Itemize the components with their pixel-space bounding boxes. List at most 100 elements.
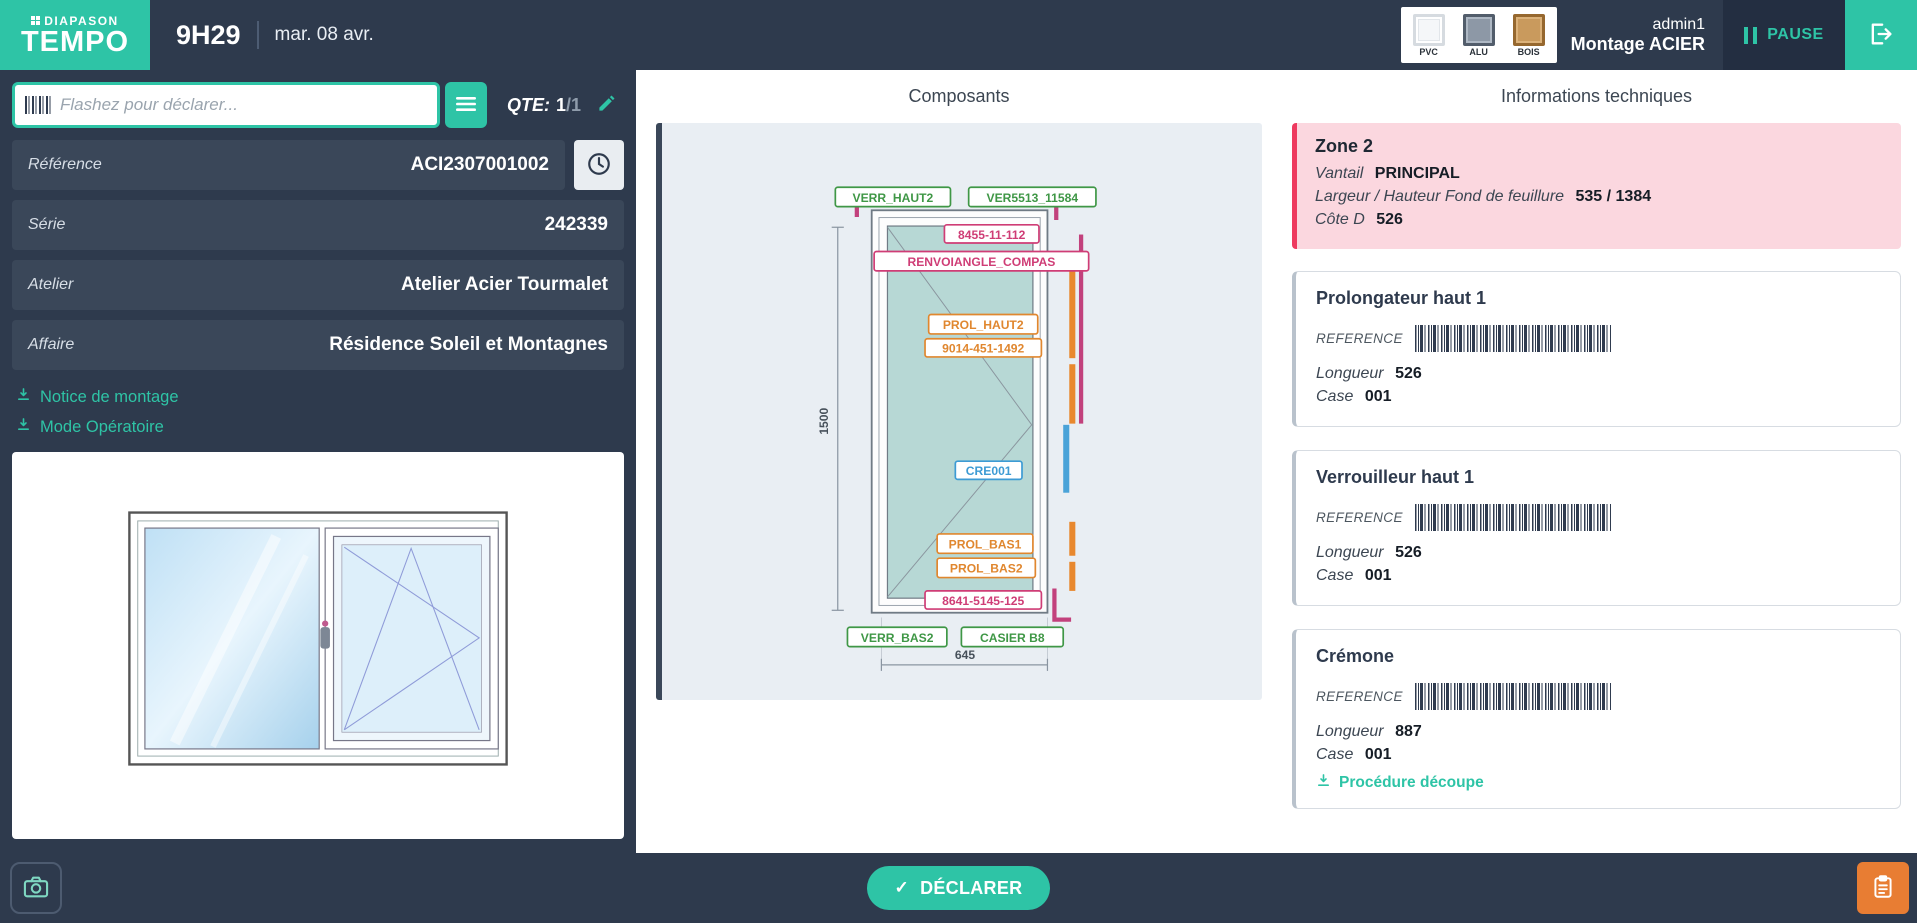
edit-quantity-button[interactable] bbox=[597, 94, 616, 116]
row-value: 526 bbox=[1395, 544, 1422, 561]
svg-text:PROL_HAUT2: PROL_HAUT2 bbox=[943, 318, 1024, 332]
zone-row-value: 535 / 1384 bbox=[1576, 188, 1652, 205]
material-pvc[interactable]: PVC bbox=[1408, 14, 1450, 57]
field-label: Référence bbox=[28, 156, 102, 174]
components-section: Composants 1500 bbox=[656, 86, 1262, 853]
logo-text-large: TEMPO bbox=[21, 28, 129, 57]
camera-icon bbox=[22, 873, 50, 904]
zone-title: Zone 2 bbox=[1315, 136, 1883, 157]
procedure-decoupe-link[interactable]: Procédure découpe bbox=[1316, 773, 1880, 793]
row-value: 526 bbox=[1395, 365, 1422, 382]
pause-button[interactable]: PAUSE bbox=[1723, 0, 1845, 70]
header-divider bbox=[257, 21, 259, 49]
reference-barcode bbox=[1415, 504, 1611, 531]
diagram-label-verr-bas2: VERR_BAS2 bbox=[847, 627, 946, 646]
row-value: 001 bbox=[1365, 746, 1392, 763]
component-row: Case 001 bbox=[1316, 388, 1880, 406]
svg-text:VER5513_11584: VER5513_11584 bbox=[987, 191, 1079, 205]
components-diagram-panel: 1500 645 bbox=[656, 123, 1262, 700]
download-icon bbox=[16, 387, 31, 407]
component-card-cremone: Crémone REFERENCE Longueur 887 Case 001 bbox=[1292, 629, 1901, 809]
app-logo: DIAPASON TEMPO bbox=[0, 0, 150, 70]
dimension-width: 645 bbox=[881, 648, 1047, 671]
user-block: admin1 Montage ACIER bbox=[1571, 16, 1705, 55]
zone-row-label: Vantail bbox=[1315, 165, 1363, 182]
material-label: BOIS bbox=[1518, 47, 1540, 57]
product-preview-panel bbox=[12, 452, 624, 839]
scan-input[interactable] bbox=[60, 95, 427, 115]
download-icon bbox=[16, 417, 31, 437]
reference-row: REFERENCE bbox=[1316, 504, 1880, 531]
diagram-label-prol-haut2: PROL_HAUT2 bbox=[929, 315, 1038, 334]
zone-row: Vantail PRINCIPAL bbox=[1315, 165, 1883, 183]
row-label: Longueur bbox=[1316, 544, 1384, 561]
mode-operatoire-link[interactable]: Mode Opératoire bbox=[16, 417, 620, 437]
header-right: PVC ALU BOIS admin1 Montage ACIER PAUSE bbox=[1401, 0, 1917, 70]
field-row: Atelier Atelier Acier Tourmalet bbox=[12, 260, 624, 310]
user-name: admin1 bbox=[1571, 16, 1705, 34]
reference-label: REFERENCE bbox=[1316, 331, 1403, 346]
row-label: Longueur bbox=[1316, 723, 1384, 740]
zone-row: Largeur / Hauteur Fond de feuillure 535 … bbox=[1315, 188, 1883, 206]
logout-button[interactable] bbox=[1845, 0, 1917, 70]
svg-text:9014-451-1492: 9014-451-1492 bbox=[942, 342, 1024, 356]
component-row: Longueur 526 bbox=[1316, 544, 1880, 562]
clock-icon bbox=[586, 151, 612, 180]
logout-icon bbox=[1867, 20, 1895, 51]
zone-row-label: Largeur / Hauteur Fond de feuillure bbox=[1315, 188, 1564, 205]
dimension-height: 1500 bbox=[817, 227, 844, 610]
row-value: 001 bbox=[1365, 388, 1392, 405]
field-value: Résidence Soleil et Montagnes bbox=[329, 334, 608, 356]
material-alu[interactable]: ALU bbox=[1458, 14, 1500, 57]
notice-montage-link[interactable]: Notice de montage bbox=[16, 387, 620, 407]
declare-button[interactable]: ✓ DÉCLARER bbox=[867, 866, 1051, 910]
diagram-label-prol-bas1: PROL_BAS1 bbox=[937, 534, 1033, 553]
diagram-label-renvoi: RENVOIANGLE_COMPAS bbox=[874, 252, 1089, 271]
svg-text:PROL_BAS1: PROL_BAS1 bbox=[949, 537, 1022, 551]
zone-row-value: PRINCIPAL bbox=[1375, 165, 1460, 182]
component-row: Case 001 bbox=[1316, 567, 1880, 585]
component-card-verrouilleur: Verrouilleur haut 1 REFERENCE Longueur 5… bbox=[1292, 450, 1901, 606]
camera-button[interactable] bbox=[10, 862, 62, 914]
material-bois[interactable]: BOIS bbox=[1508, 14, 1550, 57]
field-row: Série 242339 bbox=[12, 200, 624, 250]
row-value: 001 bbox=[1365, 567, 1392, 584]
row-value: 887 bbox=[1395, 723, 1422, 740]
svg-text:PROL_BAS2: PROL_BAS2 bbox=[950, 562, 1023, 576]
alu-window-icon bbox=[1463, 14, 1495, 46]
svg-text:1500: 1500 bbox=[817, 407, 831, 434]
diagram-label-9014: 9014-451-1492 bbox=[925, 339, 1041, 357]
component-card-prolongateur: Prolongateur haut 1 REFERENCE Longueur 5… bbox=[1292, 271, 1901, 427]
barcode-icon bbox=[25, 96, 51, 114]
material-selector[interactable]: PVC ALU BOIS bbox=[1401, 7, 1557, 63]
diagram-label-verr-haut2: VERR_HAUT2 bbox=[835, 187, 950, 206]
scan-row: QTE: 1/1 bbox=[12, 82, 624, 128]
svg-text:VERR_HAUT2: VERR_HAUT2 bbox=[853, 191, 934, 205]
qty-current: 1 bbox=[556, 95, 566, 115]
components-diagram: 1500 645 bbox=[662, 123, 1262, 700]
svg-text:8455-11-112: 8455-11-112 bbox=[958, 228, 1026, 242]
reference-row: REFERENCE bbox=[1316, 683, 1880, 710]
pvc-window-icon bbox=[1413, 14, 1445, 46]
component-row: Longueur 887 bbox=[1316, 723, 1880, 741]
diagram-label-8455: 8455-11-112 bbox=[944, 225, 1039, 243]
pencil-icon bbox=[597, 101, 616, 116]
quantity-indicator: QTE: 1/1 bbox=[507, 95, 581, 116]
qty-label: QTE: bbox=[507, 95, 550, 116]
field-value: ACI2307001002 bbox=[411, 154, 549, 176]
material-label: PVC bbox=[1419, 47, 1438, 57]
reference-label: REFERENCE bbox=[1316, 510, 1403, 525]
reference-barcode bbox=[1415, 325, 1611, 352]
history-button[interactable] bbox=[574, 140, 624, 190]
diagram-label-prol-bas2: PROL_BAS2 bbox=[937, 558, 1035, 577]
orders-button[interactable] bbox=[1857, 862, 1909, 914]
component-title: Prolongateur haut 1 bbox=[1316, 288, 1880, 309]
field-row: Affaire Résidence Soleil et Montagnes bbox=[12, 320, 624, 370]
list-button[interactable] bbox=[445, 82, 487, 128]
svg-text:VERR_BAS2: VERR_BAS2 bbox=[861, 631, 934, 645]
zone-row-value: 526 bbox=[1376, 211, 1403, 228]
field-label: Série bbox=[28, 216, 65, 234]
link-label: Mode Opératoire bbox=[40, 418, 164, 437]
field-label: Atelier bbox=[28, 276, 73, 294]
row-label: Case bbox=[1316, 388, 1353, 405]
